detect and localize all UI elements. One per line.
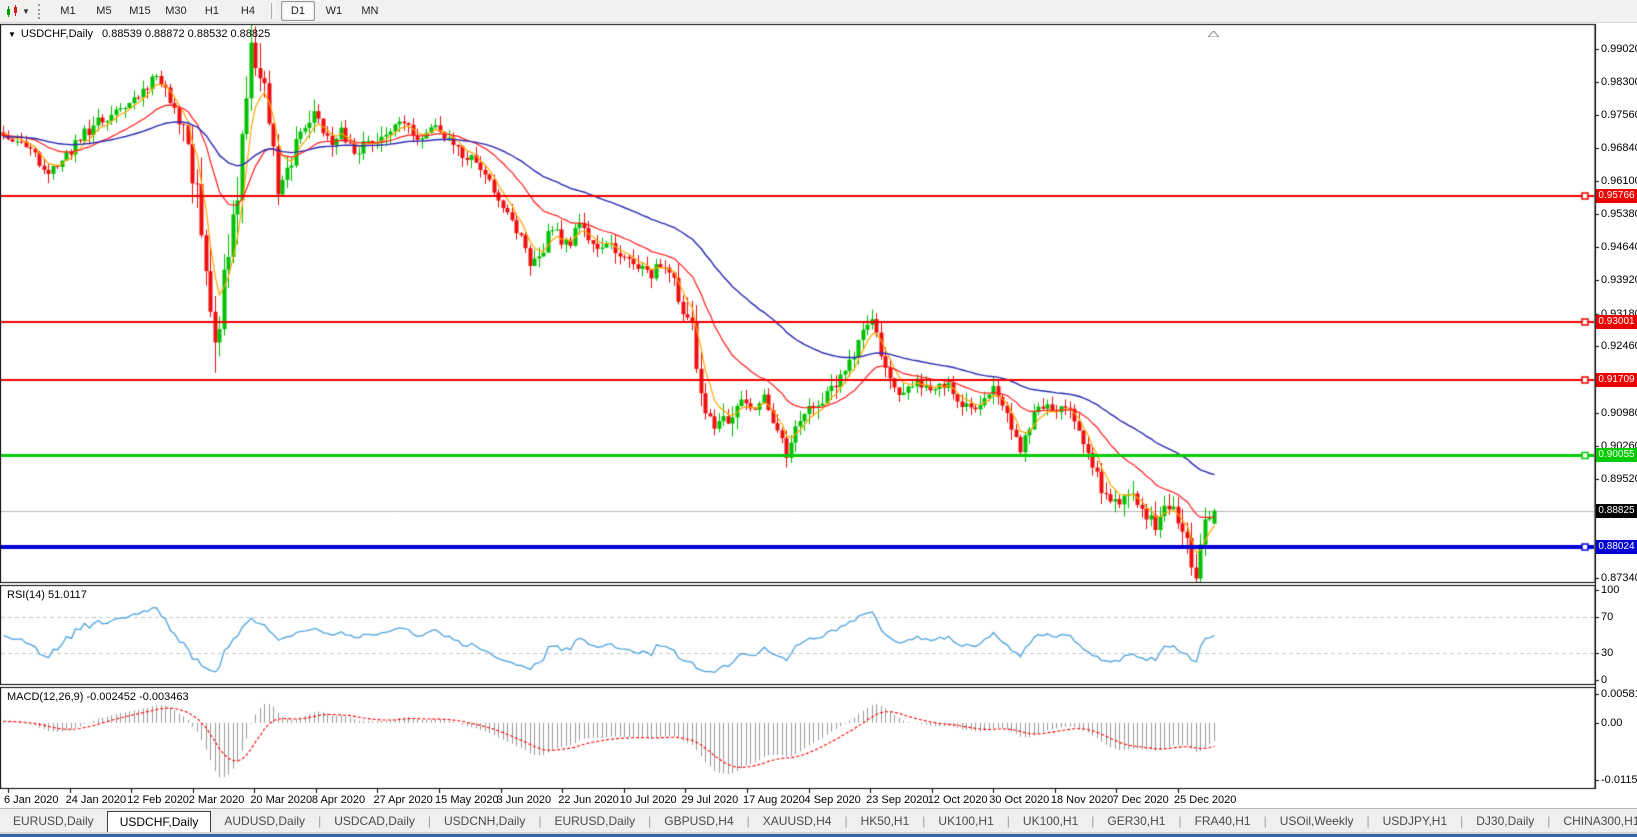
price-axis-label: 0.87340	[1601, 572, 1637, 584]
rsi-axis-label: 70	[1601, 611, 1614, 623]
date-axis-label: 27 Apr 2020	[373, 794, 433, 806]
chart-symbol-label: USDCHF,Daily	[20, 28, 94, 40]
tab-eurusd-daily[interactable]: EURUSD,Daily	[541, 810, 648, 833]
date-axis-label: 8 Apr 2020	[311, 794, 366, 806]
tab-usdjpy-h1[interactable]: USDJPY,H1	[1370, 810, 1460, 833]
timeframe-button-mn[interactable]: MN	[353, 1, 387, 21]
level-price-box: 0.88024	[1596, 540, 1637, 555]
date-axis-label: 23 Sep 2020	[866, 794, 929, 806]
toolbar-dropdown-caret[interactable]: ▼	[22, 7, 30, 16]
tab-xauusd-h4[interactable]: XAUUSD,H4	[750, 810, 845, 833]
tab-fra40-h1[interactable]: FRA40,H1	[1182, 810, 1264, 833]
tab-gbpusd-h4[interactable]: GBPUSD,H4	[651, 810, 746, 833]
date-axis-label: 25 Dec 2020	[1174, 794, 1237, 806]
tab-china300-h1[interactable]: CHINA300,H1	[1550, 810, 1637, 833]
date-axis-label: 20 Mar 2020	[250, 794, 313, 806]
price-axis-label: 0.93920	[1601, 273, 1637, 286]
rsi-axis-label: 30	[1601, 647, 1614, 659]
price-axis-label: 0.90980	[1601, 407, 1637, 420]
date-axis-label: 15 May 2020	[435, 794, 499, 806]
price-axis-label: 0.92460	[1601, 340, 1637, 353]
macd-label: MACD(12,26,9) -0.002452 -0.003463	[7, 691, 189, 703]
tab-eurusd-daily[interactable]: EURUSD,Daily	[0, 810, 107, 833]
tab-usdchf-daily[interactable]: USDCHF,Daily	[106, 811, 212, 834]
date-axis-label: 17 Aug 2020	[742, 794, 805, 806]
chart-tool-icon[interactable]	[5, 4, 21, 18]
timeframe-button-h4[interactable]: H4	[231, 1, 265, 21]
price-axis-label: 0.95380	[1601, 207, 1637, 220]
rsi-axis-label: 100	[1601, 584, 1620, 596]
macd-axis-label: -0.011514	[1601, 774, 1637, 786]
price-axis-label: 0.97560	[1601, 109, 1637, 122]
date-axis-label: 3 Jun 2020	[496, 794, 552, 806]
timeframe-button-w1[interactable]: W1	[317, 1, 351, 21]
macd-axis-label: 0.00	[1601, 716, 1623, 729]
timeframe-button-d1[interactable]: D1	[280, 1, 315, 21]
symbol-tab-bar: EURUSD,Daily USDCHF,Daily AUDUSD,Daily | USD…	[0, 808, 1637, 834]
tab-usoil-weekly[interactable]: USOil,Weekly	[1267, 810, 1367, 833]
date-axis-label: 10 Jul 2020	[619, 794, 677, 806]
date-axis-label: 12 Feb 2020	[127, 794, 189, 806]
timeframe-button-m15[interactable]: M15	[123, 1, 157, 21]
date-axis-label: 6 Jan 2020	[4, 794, 59, 806]
timeframe-button-m30[interactable]: M30	[159, 1, 193, 21]
price-axis-label: 0.96100	[1601, 175, 1637, 188]
level-price-box: 0.95766	[1596, 189, 1637, 204]
macd-axis-label: 0.005818	[1601, 688, 1637, 700]
tab-dj30-daily[interactable]: DJ30,Daily	[1463, 810, 1547, 833]
current-price-box: 0.88825	[1596, 503, 1637, 518]
tab-ger30-h1[interactable]: GER30,H1	[1094, 810, 1178, 833]
price-axis-label: 0.99020	[1601, 43, 1637, 55]
timeframe-toolbar: ▼ M1 M5 M15 M30 H1 H4 D1 W1 MN	[0, 0, 1637, 23]
rsi-label: RSI(14) 51.0117	[7, 589, 87, 601]
price-axis-label: 0.98300	[1601, 75, 1637, 88]
date-axis-label: 30 Oct 2020	[989, 794, 1050, 806]
toolbar-separator	[270, 3, 275, 19]
tab-usdcnh-daily[interactable]: USDCNH,Daily	[431, 810, 538, 833]
date-axis-label: 29 Jul 2020	[681, 794, 739, 806]
level-price-box: 0.91709	[1596, 373, 1637, 388]
tab-uk100-h1[interactable]: UK100,H1	[1010, 810, 1091, 833]
level-price-box: 0.93001	[1596, 314, 1637, 329]
rsi-axis-label: 0	[1601, 674, 1608, 686]
price-axis-label: 0.94640	[1601, 241, 1637, 254]
tab-uk100-h1[interactable]: UK100,H1	[925, 810, 1006, 833]
chart-ohlc-label: 0.88539 0.88872 0.88532 0.88825	[102, 28, 271, 40]
date-axis-label: 7 Dec 2020	[1112, 794, 1169, 806]
tab-usdcad-daily[interactable]: USDCAD,Daily	[321, 810, 428, 833]
timeframe-button-m1[interactable]: M1	[51, 1, 85, 21]
date-axis-label: 4 Sep 2020	[804, 794, 861, 806]
date-axis-label: 22 Jun 2020	[558, 794, 619, 806]
timeframe-button-h1[interactable]: H1	[195, 1, 229, 21]
tab-hk50-h1[interactable]: HK50,H1	[848, 810, 923, 833]
chart-canvas[interactable]	[0, 0, 1637, 808]
date-axis-label: 18 Nov 2020	[1050, 794, 1114, 806]
chart-title: ▼ USDCHF,Daily 0.88539 0.88872 0.88532 0…	[8, 28, 270, 40]
date-axis-label: 2 Mar 2020	[188, 794, 245, 806]
chart-shift-marker[interactable]	[1206, 24, 1221, 42]
timeframe-button-m5[interactable]: M5	[87, 1, 121, 21]
tab-audusd-daily[interactable]: AUDUSD,Daily	[211, 810, 318, 833]
date-axis-label: 12 Oct 2020	[927, 794, 988, 806]
chart-title-caret-icon[interactable]: ▼	[8, 30, 16, 39]
price-axis-label: 0.89520	[1601, 473, 1637, 486]
date-axis-label: 24 Jan 2020	[65, 794, 127, 806]
price-axis-label: 0.96840	[1601, 141, 1637, 154]
toolbar-grip-handle[interactable]	[37, 3, 43, 19]
level-price-box: 0.90055	[1596, 448, 1637, 463]
